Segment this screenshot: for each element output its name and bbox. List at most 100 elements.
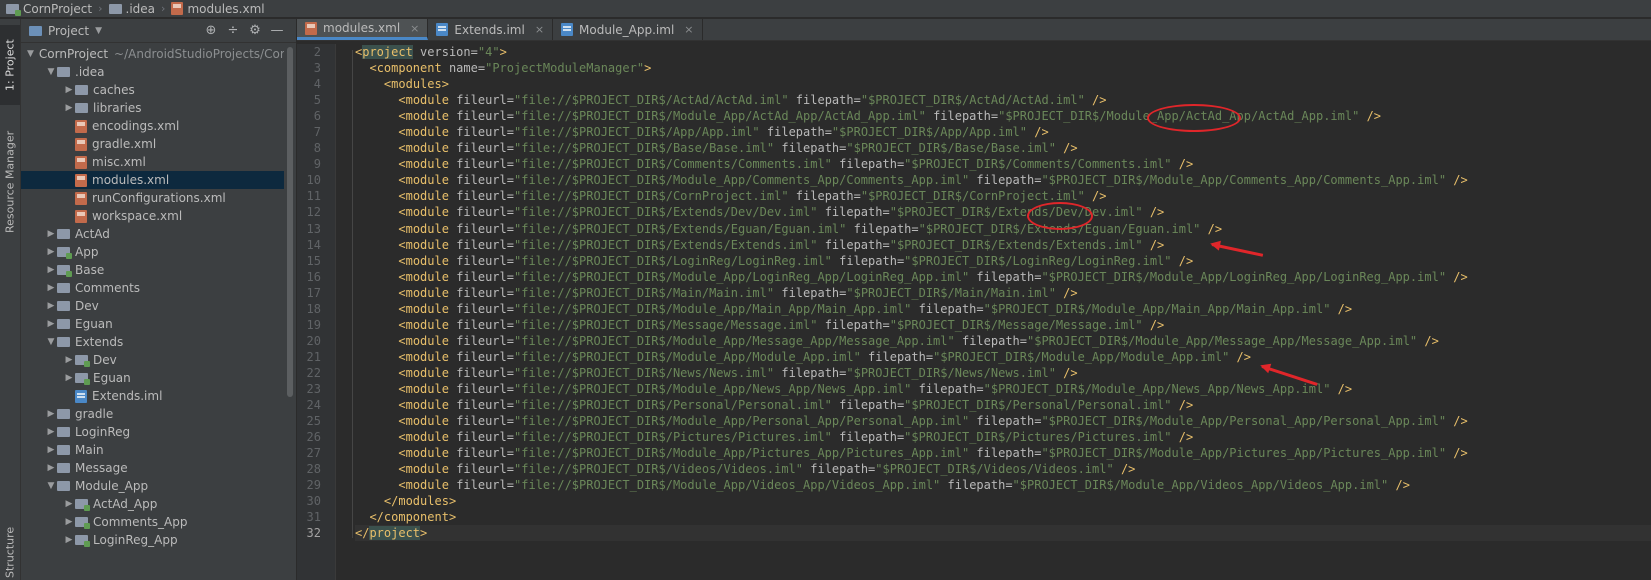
line-number: 29 [306,478,321,493]
tree-item[interactable]: ▼ CornProject ~/AndroidStudioProjects/Cor [21,45,284,63]
xml-file-icon [75,137,87,151]
collapse-arrow-icon[interactable]: ▶ [63,495,75,513]
code-area[interactable]: 2 3 4 5 6 7 8 9 10 11 12 13 14 15 16 17 18 19 20 21 22 23 24 25… [297,44,1651,580]
tree-item[interactable]: ▼ .idea [21,63,284,81]
code-line: </project> [355,525,1651,542]
collapse-arrow-icon[interactable]: ▶ [45,441,57,459]
project-view-selector[interactable]: Project ▼ [29,24,102,38]
project-panel-header: Project ▼ ⊕ ÷ ⚙ — [21,19,296,43]
tree-item[interactable]: ▶ libraries [21,99,284,117]
tree-item[interactable]: ▶ LoginReg [21,423,284,441]
editor-tab[interactable]: Extends.iml × [428,19,554,40]
line-number: 3 [313,61,321,76]
tree-item[interactable]: ▶ Main [21,441,284,459]
line-number: 21 [306,349,321,364]
tree-item[interactable]: ▶ Eguan [21,369,284,387]
collapse-arrow-icon[interactable]: ▶ [45,459,57,477]
code-line: <module fileurl="file://$PROJECT_DIR$/Ma… [398,285,1078,300]
tree-item[interactable]: ▼ Extends [21,333,284,351]
expand-arrow-icon[interactable]: ▼ [45,477,57,495]
collapse-arrow-icon[interactable]: ▶ [45,423,57,441]
project-icon [29,25,42,36]
resource-manager-tool-tab[interactable]: Resource Manager [0,127,20,237]
collapse-arrow-icon[interactable]: ▶ [45,279,57,297]
breadcrumb-item[interactable]: CornProject [6,2,92,16]
tree-item[interactable]: ▶ ActAd [21,225,284,243]
folder-icon [57,409,70,419]
locate-icon[interactable]: ⊕ [200,23,222,38]
code-line: <module fileurl="file://$PROJECT_DIR$/Ap… [398,125,1049,140]
tree-item[interactable]: ▶ Dev [21,297,284,315]
line-number-gutter: 2 3 4 5 6 7 8 9 10 11 12 13 14 15 16 17 18 19 20 21 22 23 24 25… [297,44,336,580]
tree-item[interactable]: ▶ Eguan [21,315,284,333]
tree-scrollbar[interactable] [287,47,293,397]
hide-panel-icon[interactable]: — [266,23,288,38]
code-line: <module fileurl="file://$PROJECT_DIR$/Mo… [398,333,1439,348]
tree-item[interactable]: ▶ App [21,243,284,261]
collapse-arrow-icon[interactable]: ▶ [45,405,57,423]
module-folder-icon [75,517,90,529]
expand-arrow-icon[interactable]: ▼ [27,45,34,63]
tree-item[interactable]: misc.xml [21,153,284,171]
tree-item[interactable]: ▶ Dev [21,351,284,369]
tree-item[interactable]: ▶ ActAd_App [21,495,284,513]
close-icon[interactable]: × [410,22,419,35]
breadcrumb-item[interactable]: .idea [108,2,155,16]
tree-item[interactable]: ▶ Base [21,261,284,279]
editor-tab-bar: modules.xml × Extends.iml × Module_App.iml × [297,19,1651,41]
editor-tab[interactable]: Module_App.iml × [553,19,703,40]
module-folder-icon [57,265,72,277]
tree-item[interactable]: ▶ gradle [21,405,284,423]
tree-item[interactable]: Extends.iml [21,387,284,405]
tree-item[interactable]: ▶ caches [21,81,284,99]
expand-arrow-icon[interactable]: ▼ [45,63,57,81]
line-number: 14 [306,237,321,252]
tree-item[interactable]: ▶ Comments [21,279,284,297]
tree-item-label: Module_App [75,479,149,493]
tree-item[interactable]: gradle.xml [21,135,284,153]
collapse-arrow-icon[interactable]: ▶ [45,243,57,261]
code-line: <module fileurl="file://$PROJECT_DIR$/Ex… [398,221,1223,236]
tree-item[interactable]: encodings.xml [21,117,284,135]
collapse-arrow-icon[interactable]: ▶ [63,81,75,99]
line-number: 22 [306,365,321,380]
editor-tab[interactable]: modules.xml × [297,19,429,40]
collapse-arrow-icon[interactable]: ▶ [45,297,57,315]
folder-icon [57,481,70,491]
tree-item[interactable]: modules.xml [21,171,284,189]
code-line: <module fileurl="file://$PROJECT_DIR$/Mo… [398,173,1468,188]
collapse-arrow-icon[interactable]: ▶ [63,531,75,549]
code-line: <module fileurl="file://$PROJECT_DIR$/Co… [398,157,1194,172]
line-number: 13 [306,221,321,236]
collapse-arrow-icon[interactable]: ▶ [63,369,75,387]
folder-icon [57,67,70,77]
close-icon[interactable]: × [684,23,693,36]
expand-arrow-icon[interactable]: ▼ [45,333,57,351]
tree-item-label: Dev [75,299,99,313]
tree-item[interactable]: ▼ Module_App [21,477,284,495]
structure-tool-tab[interactable]: Structure [0,524,20,580]
project-tool-tab[interactable]: 1: Project [0,25,20,105]
folder-icon [57,229,70,239]
close-icon[interactable]: × [535,23,544,36]
module-folder-icon [57,247,72,259]
collapse-arrow-icon[interactable]: ▶ [45,315,57,333]
gear-icon[interactable]: ⚙ [244,23,266,38]
collapse-all-icon[interactable]: ÷ [222,23,244,38]
collapse-arrow-icon[interactable]: ▶ [63,351,75,369]
collapse-arrow-icon[interactable]: ▶ [45,261,57,279]
collapse-arrow-icon[interactable]: ▶ [63,99,75,117]
tree-item[interactable]: workspace.xml [21,207,284,225]
breadcrumb-item[interactable]: modules.xml [171,2,265,16]
line-number: 6 [313,109,321,124]
folder-icon [57,427,70,437]
tree-item[interactable]: ▶ Message [21,459,284,477]
code-line: <module fileurl="file://$PROJECT_DIR$/Pe… [398,398,1194,413]
tree-item[interactable]: ▶ LoginReg_App [21,531,284,549]
collapse-arrow-icon[interactable]: ▶ [63,513,75,531]
tree-item[interactable]: ▶ Comments_App [21,513,284,531]
module-folder-icon [75,535,90,547]
collapse-arrow-icon[interactable]: ▶ [45,225,57,243]
tree-item[interactable]: runConfigurations.xml [21,189,284,207]
code-line: <module fileurl="file://$PROJECT_DIR$/Mo… [398,446,1468,461]
